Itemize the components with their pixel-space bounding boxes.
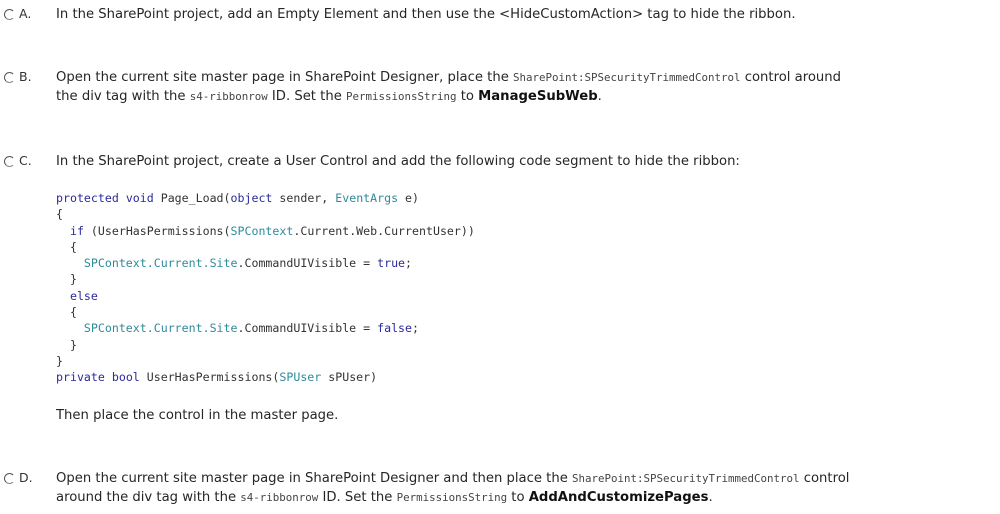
code-keyword: bool xyxy=(111,370,140,385)
option-c-after-text: Then place the control in the master pag… xyxy=(56,408,339,423)
option-b-line2-end: . xyxy=(597,89,602,104)
option-d-div-id: s4-ribbonrow xyxy=(240,491,319,504)
code-keyword: if xyxy=(69,223,84,238)
option-b-div-id: s4-ribbonrow xyxy=(189,90,268,103)
option-d-letter: D. xyxy=(19,470,33,485)
code-text: .Current.Web.CurrentUser)) xyxy=(293,223,475,238)
code-text: ; xyxy=(412,321,419,336)
code-keyword: void xyxy=(125,191,154,205)
option-d-line2-to: to xyxy=(507,490,529,505)
option-c-letter: C. xyxy=(19,153,32,168)
option-a-letter: A. xyxy=(19,6,32,21)
code-keyword: protected xyxy=(56,191,119,205)
code-text: UserHasPermissions( xyxy=(139,370,280,385)
code-text: { xyxy=(56,207,63,222)
option-d-permission-value: AddAndCustomizePages xyxy=(528,490,709,505)
code-type: .Current.Site xyxy=(146,256,238,271)
option-b-line1-pre: Open the current site master page in Sha… xyxy=(56,70,514,85)
radio-button-c[interactable] xyxy=(4,156,15,167)
code-text: .CommandUIVisible = xyxy=(237,321,378,336)
code-text: } xyxy=(56,353,63,368)
code-text: ; xyxy=(405,256,413,271)
radio-button-b[interactable] xyxy=(4,72,15,83)
option-d-line1-pre: Open the current site master page in Sha… xyxy=(56,471,573,486)
code-type: .Current.Site xyxy=(146,321,238,336)
option-b-letter: B. xyxy=(19,69,32,84)
option-d-property-name: PermissionsString xyxy=(396,491,508,504)
code-text: sPUser) xyxy=(321,370,378,385)
radio-button-d[interactable] xyxy=(4,473,15,484)
code-type: SPContext xyxy=(83,256,147,271)
option-b-line2-to: to xyxy=(456,89,479,104)
option-d-line2-pre: around the div tag with the xyxy=(56,490,241,505)
option-b-property-name: PermissionsString xyxy=(346,90,457,103)
code-keyword: private xyxy=(56,370,105,385)
code-type: SPUser xyxy=(279,370,322,385)
code-text: (UserHasPermissions( xyxy=(83,223,231,238)
code-keyword: true xyxy=(377,256,406,271)
code-block: protected void Page_Load(object sender, … xyxy=(56,190,475,386)
option-b-line1-post: control around xyxy=(740,70,841,85)
option-d-line2-mid: ID. Set the xyxy=(318,490,397,505)
option-d-line2-end: . xyxy=(708,490,713,505)
code-text: { xyxy=(69,305,77,320)
code-keyword: else xyxy=(69,288,98,303)
code-keyword: object xyxy=(230,191,273,205)
option-b-permission-value: ManageSubWeb xyxy=(478,89,598,104)
option-c-text: In the SharePoint project, create a User… xyxy=(56,154,740,169)
code-text: .CommandUIVisible = xyxy=(237,256,378,271)
code-text: } xyxy=(69,337,77,352)
code-type: SPContext xyxy=(230,223,294,238)
code-text: e) xyxy=(398,191,420,205)
option-d-text: Open the current site master page in Sha… xyxy=(56,469,992,507)
code-type: SPContext xyxy=(83,321,147,336)
option-b-line2-mid: ID. Set the xyxy=(267,89,347,104)
code-keyword: false xyxy=(377,321,413,336)
radio-button-a[interactable] xyxy=(4,9,15,20)
option-d-control-name: SharePoint:SPSecurityTrimmedControl xyxy=(572,472,800,485)
option-b-control-name: SharePoint:SPSecurityTrimmedControl xyxy=(513,71,741,84)
code-type: EventArgs xyxy=(335,191,399,205)
option-d-line1-post: control xyxy=(799,471,850,486)
code-text: Page_Load( xyxy=(160,191,231,205)
code-text: } xyxy=(69,272,77,287)
option-b-text: Open the current site master page in Sha… xyxy=(56,68,992,106)
option-b-line2-pre: the div tag with the xyxy=(56,89,190,104)
code-text: sender, xyxy=(272,191,336,205)
code-text: { xyxy=(69,239,77,254)
option-a-text: In the SharePoint project, add an Empty … xyxy=(56,7,796,22)
